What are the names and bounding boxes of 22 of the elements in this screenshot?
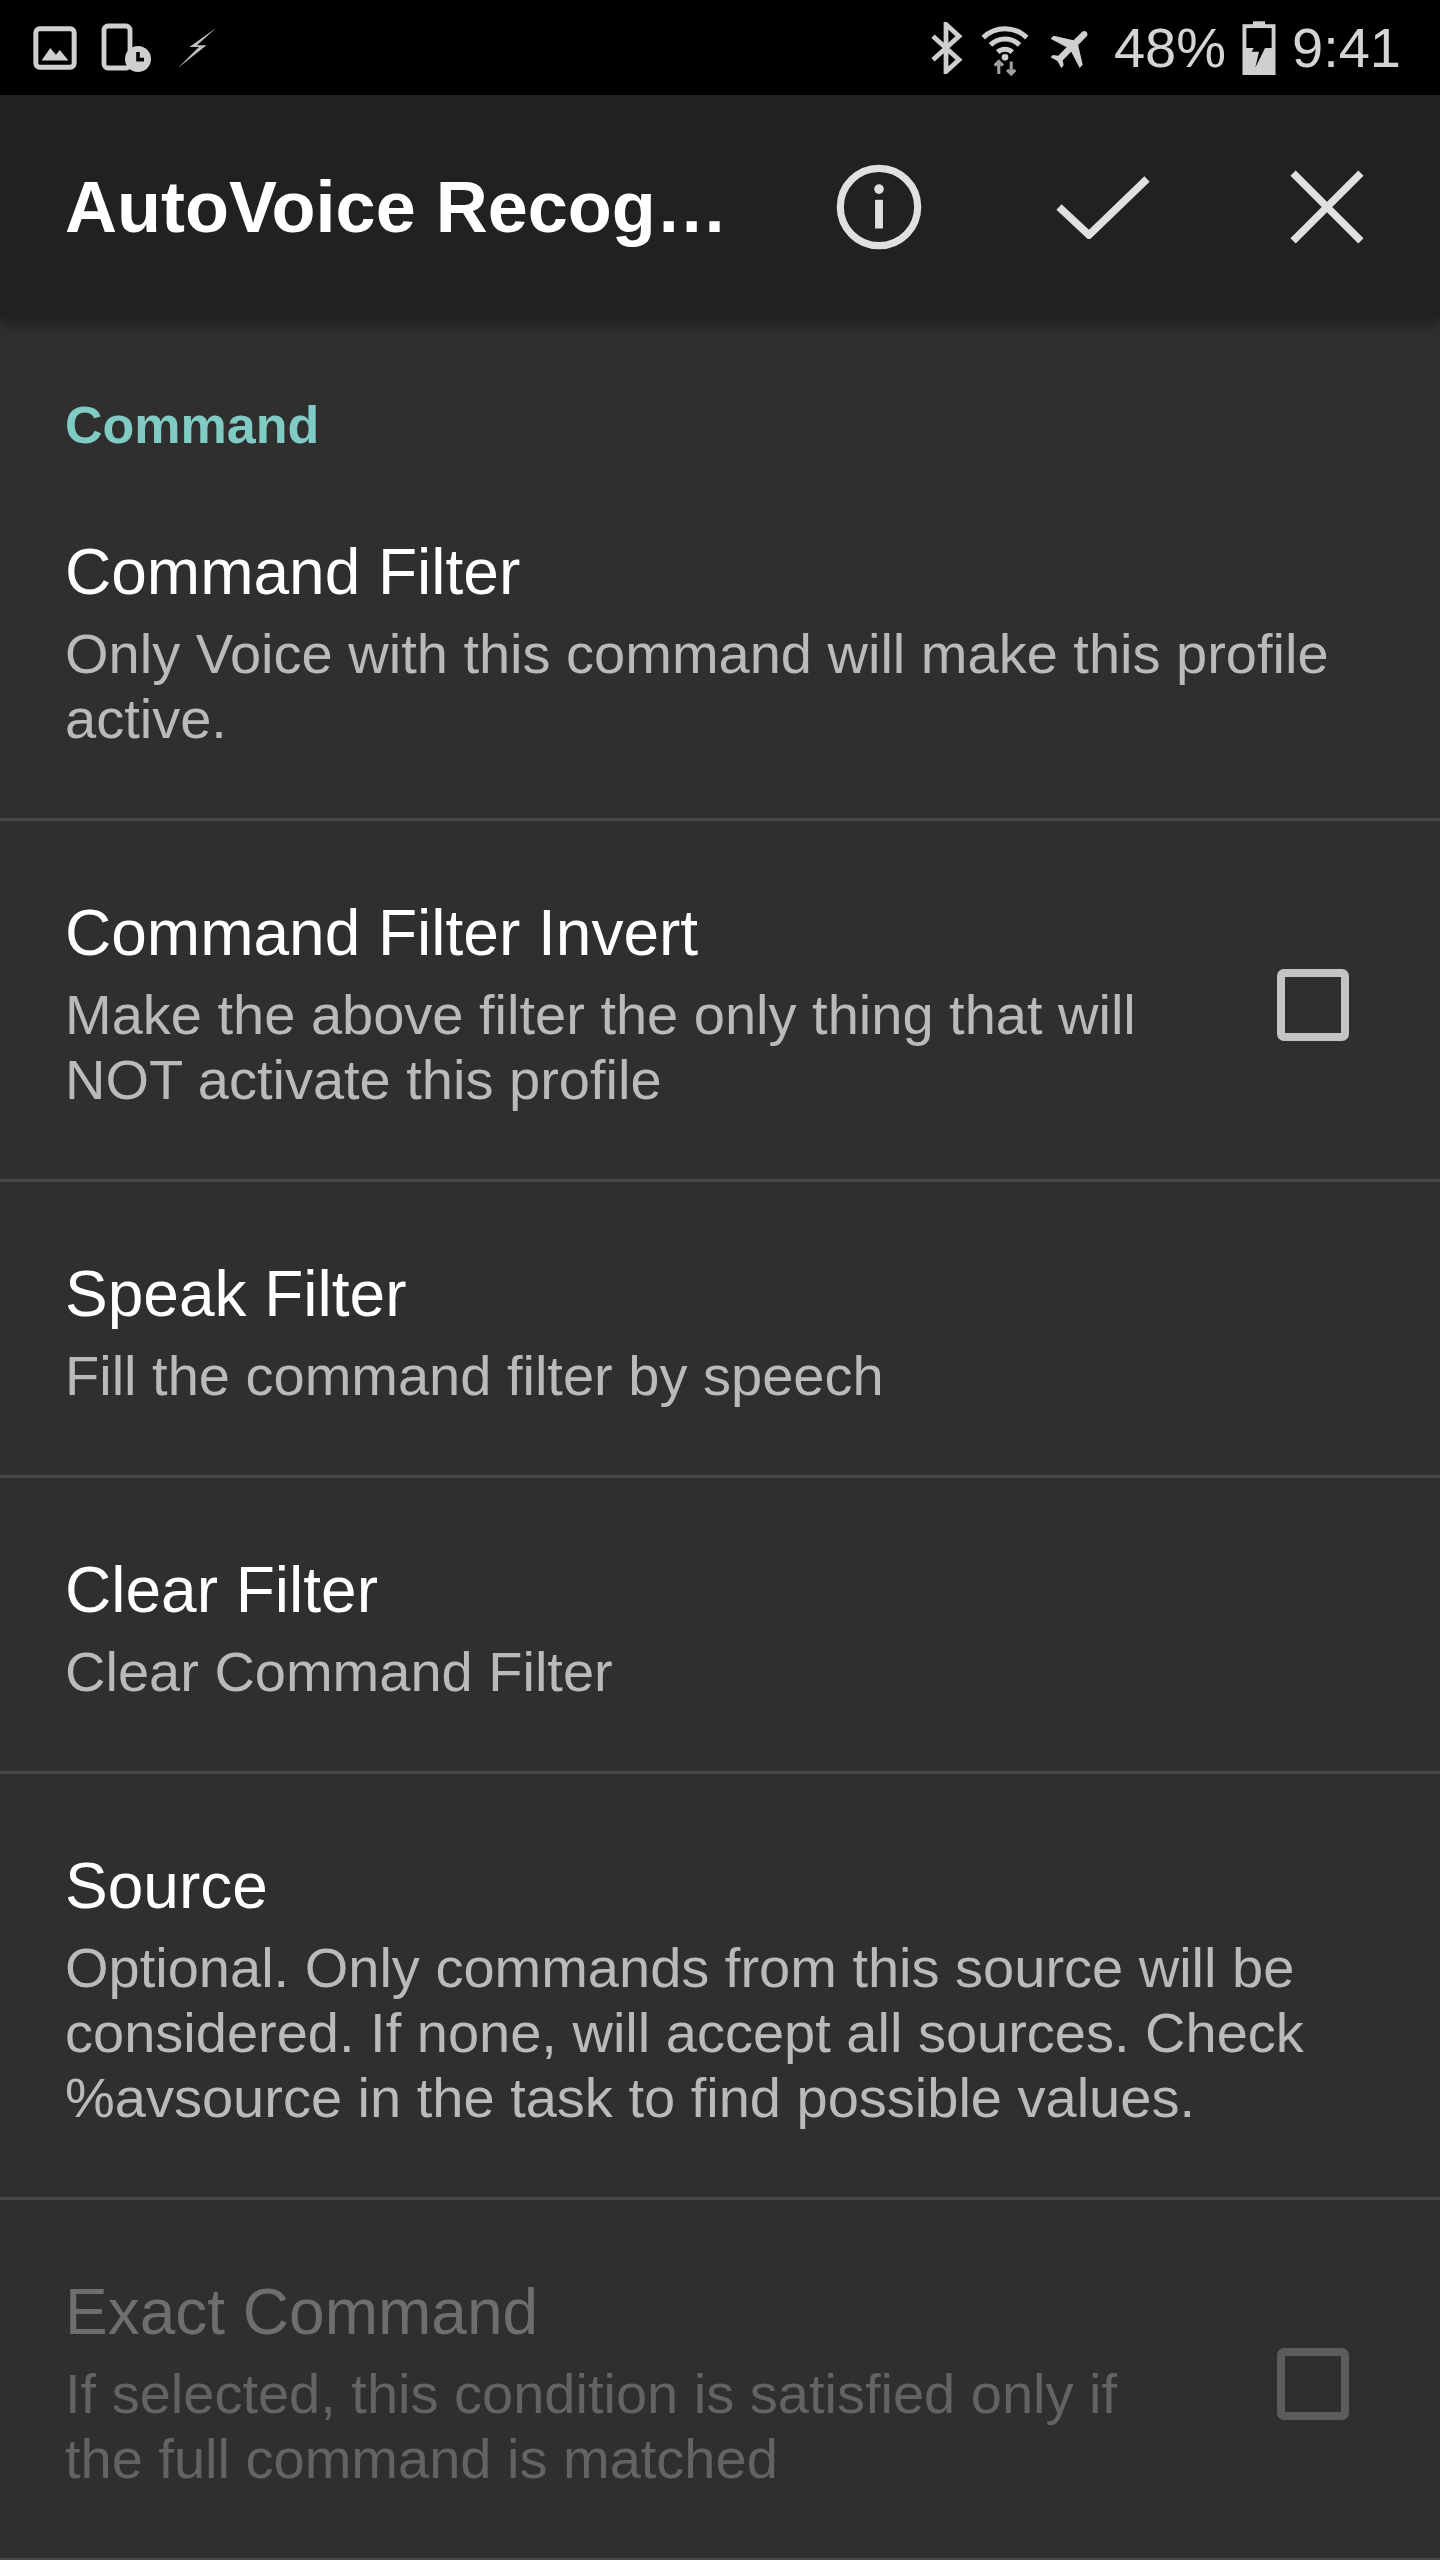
- battery-charging-icon: [1242, 20, 1276, 75]
- preference-summary: Optional. Only commands from this source will be considered. If none, will accept all sources. Check %avsource in the task to find possible values.: [65, 1935, 1305, 2130]
- section-header: Command: [64, 395, 321, 456]
- preference-title: Source: [65, 1850, 269, 1922]
- preference-title: Command Filter Invert: [65, 897, 700, 969]
- checkbox[interactable]: [1277, 968, 1349, 1041]
- info-icon: [836, 163, 922, 250]
- clock-time: 9:41: [1292, 15, 1401, 80]
- image-icon: [32, 24, 78, 71]
- check-icon: [1055, 174, 1151, 239]
- preference-title: Clear Filter: [65, 1554, 379, 1626]
- close-icon: [1290, 169, 1364, 244]
- preference-title: Exact Command: [65, 2276, 540, 2348]
- preference-title: Speak Filter: [65, 1258, 408, 1330]
- preference-summary: Only Voice with this command will make this profile active.: [65, 621, 1330, 751]
- phone-clock-icon: [100, 22, 152, 73]
- screen-title: AutoVoice Recog…: [65, 165, 729, 249]
- preference-summary: Make the above filter the only thing that will NOT activate this profile: [65, 982, 1137, 1112]
- battery-percent: 48%: [1113, 15, 1226, 80]
- preference-summary: Clear Command Filter: [65, 1639, 614, 1704]
- preference-summary: Fill the command filter by speech: [65, 1343, 885, 1408]
- preference-title: Command Filter: [65, 536, 522, 608]
